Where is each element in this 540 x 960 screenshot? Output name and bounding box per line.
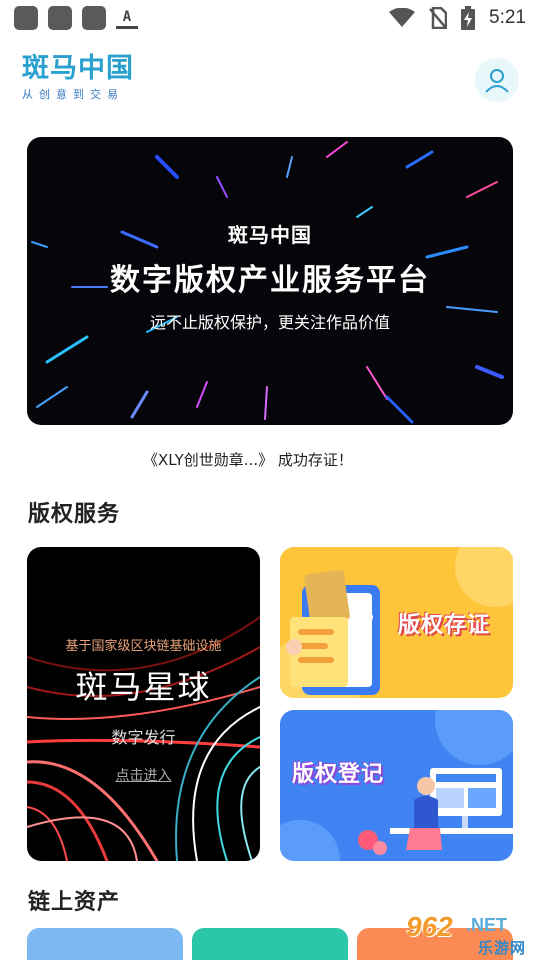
section-title-chain-assets: 链上资产 (28, 890, 121, 915)
watermark-site-name: 乐游网 (478, 939, 527, 957)
keyboard-a-icon: A (116, 7, 138, 29)
logo-title: 斑马中国 (22, 53, 134, 84)
asset-card[interactable] (192, 928, 348, 960)
asset-card[interactable] (27, 928, 183, 960)
profile-button[interactable] (475, 58, 519, 102)
copyright-certification-label: 版权存证 (398, 612, 491, 638)
site-watermark: 962 .NET 乐游网 (404, 909, 538, 960)
planet-card-tagline: 基于国家级区块链基础设施 (65, 639, 222, 654)
app-icon (82, 6, 106, 30)
banner-subtitle: 远不止版权保护，更关注作品价值 (149, 313, 390, 332)
copyright-registration-label: 版权登记 (292, 761, 385, 787)
no-sim-icon (429, 7, 448, 29)
copyright-certification-card[interactable]: 版权存证 (280, 547, 513, 698)
enter-link[interactable]: 点击进入 (27, 765, 260, 785)
copyright-registration-card[interactable]: 版权登记 (280, 710, 513, 861)
platform-news-badge: 平台动态 (27, 442, 111, 476)
planet-card-title: 斑马星球 (75, 668, 212, 706)
news-ticker[interactable]: 平台动态 《XLY创世勋章...》 成功存证！ (27, 441, 513, 477)
ticker-message[interactable]: 《XLY创世勋章...》 成功存证！ (143, 449, 353, 470)
wifi-icon (389, 8, 416, 27)
watermark-number: 962 (406, 911, 453, 942)
status-bar: A 5:21 (0, 0, 540, 36)
app-logo[interactable]: 斑马中国 从创意到交易 (22, 54, 142, 102)
banner-title: 数字版权产业服务平台 (110, 263, 430, 298)
section-title-copyright-services: 版权服务 (28, 502, 121, 527)
banner-brand: 斑马中国 (228, 223, 312, 247)
app-header: 斑马中国 从创意到交易 (0, 40, 540, 120)
battery-charging-icon (461, 6, 476, 30)
watermark-net: .NET (466, 915, 508, 935)
system-icons: 5:21 (389, 6, 526, 30)
app-icon (48, 6, 72, 30)
hero-banner[interactable]: 斑马中国 数字版权产业服务平台 远不止版权保护，更关注作品价值 (27, 137, 513, 425)
user-icon (485, 69, 509, 93)
app-icon (14, 6, 38, 30)
zebra-planet-card[interactable]: 基于国家级区块链基础设施 斑马星球 数字发行 点击进入 (27, 547, 260, 861)
clock: 5:21 (489, 7, 526, 28)
notification-icons: A (14, 6, 138, 30)
logo-subtitle: 从创意到交易 (22, 88, 124, 101)
planet-card-subtitle: 数字发行 (111, 728, 176, 747)
